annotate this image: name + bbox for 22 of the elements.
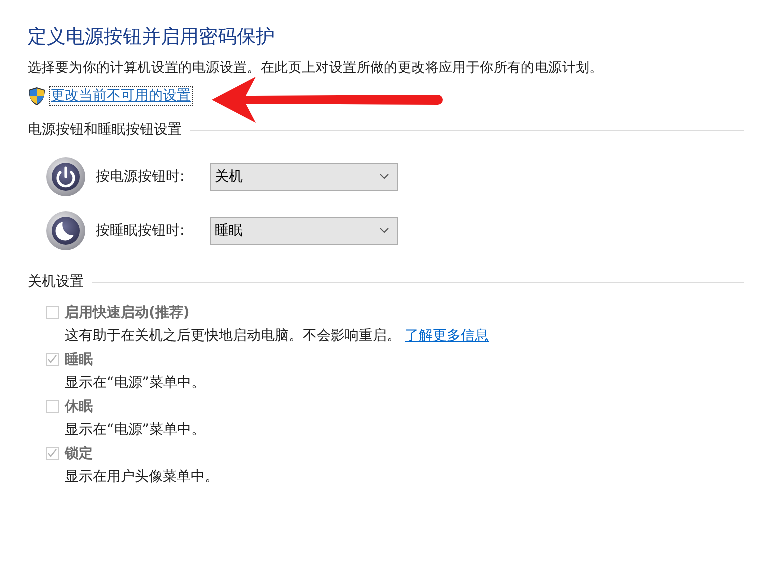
field-label: 按电源按钮时: — [96, 168, 186, 186]
moon-icon — [46, 211, 86, 251]
shield-icon — [28, 86, 46, 106]
option-description: 显示在用户头像菜单中。 — [65, 468, 219, 486]
chevron-icon — [380, 174, 389, 180]
change-settings-link[interactable]: 更改当前不可用的设置 — [50, 87, 192, 105]
dropdown[interactable]: 睡眠 — [210, 217, 398, 245]
section-heading: 电源按钮和睡眠按钮设置 — [28, 121, 182, 139]
chevron-icon — [380, 228, 389, 234]
checkbox-label: 启用快速启动(推荐) — [65, 304, 190, 322]
page-description: 选择要为你的计算机设置的电源设置。在此页上对设置所做的更改将应用于你所有的电源计划。 — [28, 59, 604, 77]
checkbox-label: 锁定 — [65, 444, 93, 462]
option-description: 显示在“电源”菜单中。 — [65, 421, 206, 439]
power-icon — [46, 157, 86, 197]
option-description: 这有助于在关机之后更快地启动电脑。不会影响重启。 — [65, 327, 401, 345]
checkbox-label: 休眠 — [65, 398, 93, 416]
option-description: 显示在“电源”菜单中。 — [65, 374, 206, 392]
section-heading: 关机设置 — [28, 273, 84, 291]
field-label: 按睡眠按钮时: — [96, 222, 186, 240]
dropdown[interactable]: 关机 — [210, 163, 398, 191]
page-title: 定义电源按钮并启用密码保护 — [28, 25, 276, 50]
checkbox-label: 睡眠 — [65, 350, 93, 368]
